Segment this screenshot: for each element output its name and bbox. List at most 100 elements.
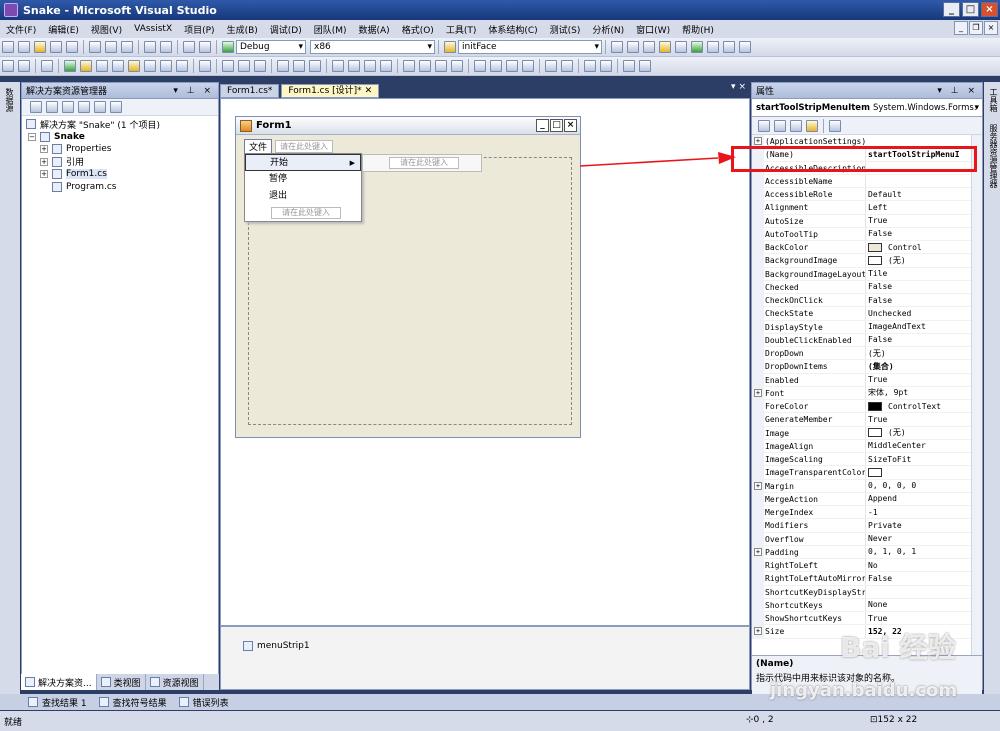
events-icon[interactable] xyxy=(806,119,818,132)
property-value[interactable]: Default xyxy=(866,188,982,200)
menu-debug[interactable]: 调试(D) xyxy=(264,23,308,36)
copy-icon[interactable] xyxy=(105,41,117,53)
save-all-icon[interactable] xyxy=(66,41,78,53)
property-row[interactable]: CheckState Unchecked xyxy=(752,307,982,321)
property-row[interactable]: ForeColor ControlText xyxy=(752,400,982,414)
property-row[interactable]: ImageScaling SizeToFit xyxy=(752,453,982,467)
expand-icon[interactable]: + xyxy=(754,547,762,556)
tree-item-properties[interactable]: + Properties xyxy=(26,143,218,156)
horizontal-spacing-equal-icon[interactable] xyxy=(403,60,415,72)
menu-test[interactable]: 测试(S) xyxy=(544,23,587,36)
property-row[interactable]: AutoSize True xyxy=(752,214,982,228)
find-combo[interactable]: initFace xyxy=(458,40,602,54)
property-row[interactable]: BackColor Control xyxy=(752,241,982,255)
toolbar-options-icon[interactable] xyxy=(739,41,751,53)
property-value[interactable]: -1 xyxy=(866,506,982,518)
align-to-grid-icon[interactable] xyxy=(199,60,211,72)
tab-form1-designer[interactable]: Form1.cs [设计]* ✕ xyxy=(281,84,380,98)
property-value[interactable]: (无) xyxy=(866,347,982,359)
property-value[interactable]: SizeToFit xyxy=(866,453,982,465)
property-row[interactable]: GenerateMember True xyxy=(752,413,982,427)
tab-order-icon[interactable] xyxy=(2,60,14,72)
property-row[interactable]: + Padding 0, 1, 0, 1 xyxy=(752,545,982,559)
align-rights-icon[interactable] xyxy=(254,60,266,72)
bookmark-icon[interactable] xyxy=(128,60,140,72)
menu-project[interactable]: 项目(P) xyxy=(178,23,220,36)
maximize-button[interactable]: □ xyxy=(962,2,979,17)
comment-icon[interactable] xyxy=(176,60,188,72)
expand-icon[interactable]: + xyxy=(40,170,48,179)
property-value[interactable]: True xyxy=(866,612,982,624)
property-row[interactable]: AutoToolTip False xyxy=(752,227,982,241)
property-row[interactable]: Modifiers Private xyxy=(752,519,982,533)
server-explorer-icon[interactable] xyxy=(691,41,703,53)
close-button[interactable]: × xyxy=(981,2,998,17)
property-row[interactable]: Image (无) xyxy=(752,426,982,440)
refactor-icon[interactable] xyxy=(112,60,124,72)
property-value[interactable]: Private xyxy=(866,519,982,531)
start-debugging-icon[interactable] xyxy=(222,41,234,53)
property-row[interactable]: + Margin 0, 0, 0, 0 xyxy=(752,479,982,493)
property-value[interactable]: MiddleCenter xyxy=(866,440,982,452)
expand-icon[interactable]: + xyxy=(40,145,48,154)
horizontal-spacing-increase-icon[interactable] xyxy=(419,60,431,72)
property-pages-icon[interactable] xyxy=(829,119,841,132)
close-tab-icon[interactable]: ✕ xyxy=(365,86,373,96)
menu-window[interactable]: 窗口(W) xyxy=(630,23,676,36)
dropdown-type-here[interactable]: 请在此处键入 xyxy=(271,207,341,219)
property-row[interactable]: AccessibleName xyxy=(752,174,982,188)
property-value[interactable]: 152, 22 xyxy=(866,625,982,637)
property-value[interactable]: 宋体, 9pt xyxy=(866,387,982,399)
alphabetical-icon[interactable] xyxy=(774,119,786,132)
menu-architecture[interactable]: 体系结构(C) xyxy=(482,23,543,36)
view-code-icon[interactable] xyxy=(18,60,30,72)
mdi-close-button[interactable]: × xyxy=(984,21,998,35)
view-code-icon[interactable] xyxy=(78,101,90,113)
expand-icon[interactable]: + xyxy=(754,137,762,145)
menu-item-pause[interactable]: 暂停 xyxy=(245,171,361,188)
property-value[interactable]: False xyxy=(866,281,982,293)
menu-analyze[interactable]: 分析(N) xyxy=(586,23,630,36)
tab-find-symbol-results[interactable]: 查找符号结果 xyxy=(93,696,173,709)
property-value[interactable]: False xyxy=(866,294,982,306)
open-folder-icon[interactable] xyxy=(34,41,46,53)
categorized-icon[interactable] xyxy=(758,119,770,132)
property-value[interactable] xyxy=(866,586,982,598)
navigate-forward-icon[interactable] xyxy=(199,41,211,53)
make-same-size-icon[interactable] xyxy=(364,60,376,72)
cut-icon[interactable] xyxy=(89,41,101,53)
property-value[interactable]: False xyxy=(866,334,982,346)
expand-icon[interactable]: + xyxy=(754,481,762,490)
align-centers-icon[interactable] xyxy=(238,60,250,72)
expand-icon[interactable]: + xyxy=(40,157,48,166)
center-horizontally-icon[interactable] xyxy=(545,60,557,72)
pin-icon[interactable]: ▾ ⊥ × xyxy=(173,86,214,96)
property-row[interactable]: + Font 宋体, 9pt xyxy=(752,386,982,400)
menu-help[interactable]: 帮助(H) xyxy=(676,23,720,36)
menu-team[interactable]: 团队(M) xyxy=(308,23,353,36)
menu-edit[interactable]: 编辑(E) xyxy=(42,23,85,36)
property-value[interactable]: Unchecked xyxy=(866,307,982,319)
vertical-spacing-increase-icon[interactable] xyxy=(490,60,502,72)
property-row[interactable]: CheckOnClick False xyxy=(752,294,982,308)
horizontal-spacing-decrease-icon[interactable] xyxy=(435,60,447,72)
align-bottoms-icon[interactable] xyxy=(309,60,321,72)
configuration-combo[interactable]: Debug xyxy=(236,40,306,54)
property-row[interactable]: ImageTransparentColor xyxy=(752,466,982,480)
tab-error-list[interactable]: 错误列表 xyxy=(173,696,235,709)
refresh-icon[interactable] xyxy=(62,101,74,113)
property-row[interactable]: BackgroundImageLayout Tile xyxy=(752,267,982,281)
horizontal-spacing-remove-icon[interactable] xyxy=(451,60,463,72)
property-row[interactable]: Checked False xyxy=(752,280,982,294)
property-value[interactable] xyxy=(866,466,982,478)
mdi-restore-button[interactable]: ❐ xyxy=(969,21,983,35)
property-value[interactable]: 0, 1, 0, 1 xyxy=(866,546,982,558)
bring-to-front-icon[interactable] xyxy=(584,60,596,72)
send-to-back-icon[interactable] xyxy=(600,60,612,72)
property-value[interactable]: (无) xyxy=(866,427,982,439)
size-to-grid-icon[interactable] xyxy=(380,60,392,72)
make-same-width-icon[interactable] xyxy=(332,60,344,72)
property-row[interactable]: RightToLeftAutoMirror False xyxy=(752,572,982,586)
tree-item-form1[interactable]: + Form1.cs xyxy=(26,168,218,181)
menu-item-file[interactable]: 文件 xyxy=(244,138,273,154)
